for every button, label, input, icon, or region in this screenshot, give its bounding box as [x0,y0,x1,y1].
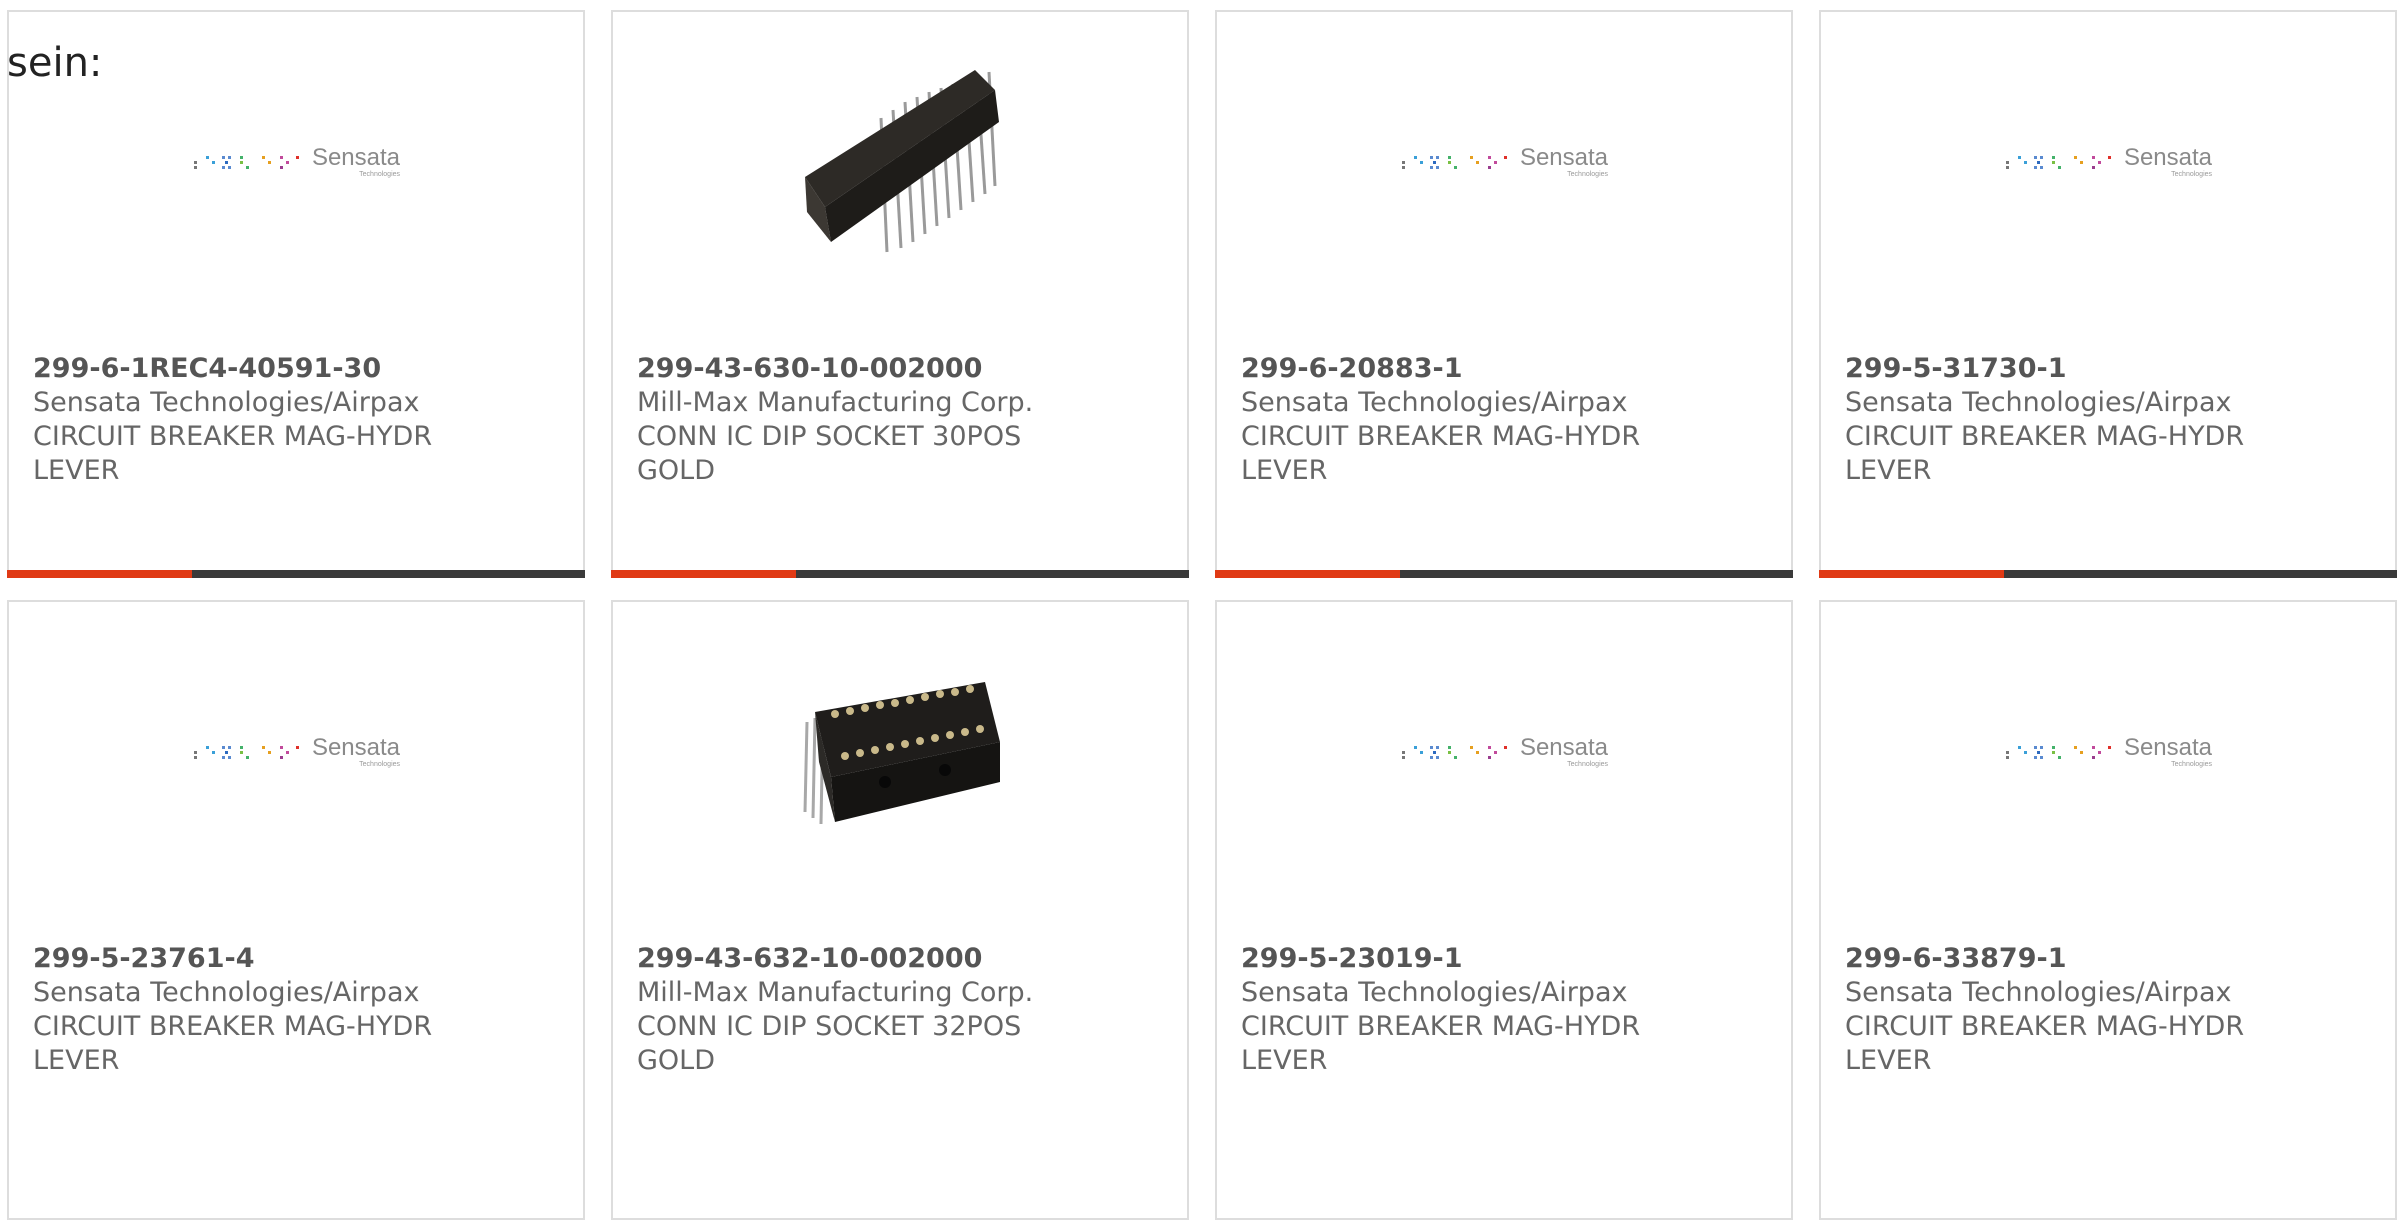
description: CIRCUIT BREAKER MAG-HYDR LEVER [1845,421,2245,486]
progress-bar [1215,570,1793,578]
sensata-dots-icon [1401,746,1507,759]
product-card[interactable]: Sensata Technologies 299-5-31730-1 Sensa… [1819,10,2397,578]
logo-sub: Technologies [1567,760,1609,768]
manufacturer: Sensata Technologies/Airpax [1845,387,2232,418]
sensata-dots-icon [2005,156,2111,169]
lead-text: sein: [7,40,103,86]
progress-fill [1215,570,1400,578]
product-card[interactable]: Sensata Technologies 299-5-23019-1 Sensa… [1215,600,1793,1220]
progress-bar [7,570,585,578]
sensata-logo: Sensata Technologies [192,143,401,179]
description: CIRCUIT BREAKER MAG-HYDR LEVER [1845,1011,2245,1076]
product-image: Sensata Technologies [1217,62,1791,262]
product-image [613,652,1187,852]
description: CIRCUIT BREAKER MAG-HYDR LEVER [1241,421,1641,486]
logo-sub: Technologies [359,760,401,768]
part-number[interactable]: 299-43-632-10-002000 [637,942,1163,976]
manufacturer: Sensata Technologies/Airpax [1845,977,2232,1008]
product-card[interactable]: Sensata Technologies 299-6-1REC4-40591-3… [7,10,585,578]
logo-sub: Technologies [359,170,401,178]
progress-fill [1819,570,2004,578]
part-number[interactable]: 299-6-33879-1 [1845,942,2371,976]
part-number[interactable]: 299-5-23019-1 [1241,942,1767,976]
product-grid: Sensata Technologies 299-6-1REC4-40591-3… [0,0,2400,1220]
sensata-logo: Sensata Technologies [2004,733,2213,769]
sensata-dots-icon [1401,156,1507,169]
description: CIRCUIT BREAKER MAG-HYDR LEVER [33,1011,433,1076]
progress-bar [611,570,1189,578]
product-card[interactable]: 299-43-632-10-002000 Mill-Max Manufactur… [611,600,1189,1220]
progress-bar [1819,570,2397,578]
manufacturer: Sensata Technologies/Airpax [1241,977,1628,1008]
manufacturer: Sensata Technologies/Airpax [33,387,420,418]
product-card[interactable]: 299-43-630-10-002000 Mill-Max Manufactur… [611,10,1189,578]
sensata-dots-icon [193,156,299,169]
part-number[interactable]: 299-6-20883-1 [1241,352,1767,386]
part-number[interactable]: 299-5-31730-1 [1845,352,2371,386]
part-number[interactable]: 299-5-23761-4 [33,942,559,976]
dip-socket-side-photo [795,62,1005,262]
product-image [613,62,1187,262]
logo-name: Sensata [2123,733,2213,761]
sensata-logo: Sensata Technologies [1400,143,1609,179]
part-number[interactable]: 299-6-1REC4-40591-30 [33,352,559,386]
manufacturer: Mill-Max Manufacturing Corp. [637,977,1034,1008]
logo-name: Sensata [311,143,401,171]
logo-sub: Technologies [2171,760,2213,768]
product-image: Sensata Technologies [1821,652,2395,852]
sensata-logo: Sensata Technologies [192,733,401,769]
description: CIRCUIT BREAKER MAG-HYDR LEVER [33,421,433,486]
progress-fill [611,570,796,578]
manufacturer: Mill-Max Manufacturing Corp. [637,387,1034,418]
logo-name: Sensata [1519,143,1609,171]
sensata-dots-icon [2005,746,2111,759]
logo-name: Sensata [311,733,401,761]
logo-name: Sensata [1519,733,1609,761]
sensata-dots-icon [193,746,299,759]
sensata-logo: Sensata Technologies [1400,733,1609,769]
manufacturer: Sensata Technologies/Airpax [1241,387,1628,418]
logo-sub: Technologies [2171,170,2213,178]
product-card[interactable]: Sensata Technologies 299-5-23761-4 Sensa… [7,600,585,1220]
product-image: Sensata Technologies [1217,652,1791,852]
logo-name: Sensata [2123,143,2213,171]
progress-fill [7,570,192,578]
sensata-logo: Sensata Technologies [2004,143,2213,179]
product-image: Sensata Technologies [9,652,583,852]
product-card[interactable]: Sensata Technologies 299-6-33879-1 Sensa… [1819,600,2397,1220]
product-image: Sensata Technologies [9,62,583,262]
manufacturer: Sensata Technologies/Airpax [33,977,420,1008]
product-image: Sensata Technologies [1821,62,2395,262]
product-card[interactable]: Sensata Technologies 299-6-20883-1 Sensa… [1215,10,1793,578]
description: CONN IC DIP SOCKET 32POS GOLD [637,1011,1022,1076]
logo-sub: Technologies [1567,170,1609,178]
dip-socket-top-photo [795,652,1005,852]
description: CONN IC DIP SOCKET 30POS GOLD [637,421,1022,486]
part-number[interactable]: 299-43-630-10-002000 [637,352,1163,386]
description: CIRCUIT BREAKER MAG-HYDR LEVER [1241,1011,1641,1076]
